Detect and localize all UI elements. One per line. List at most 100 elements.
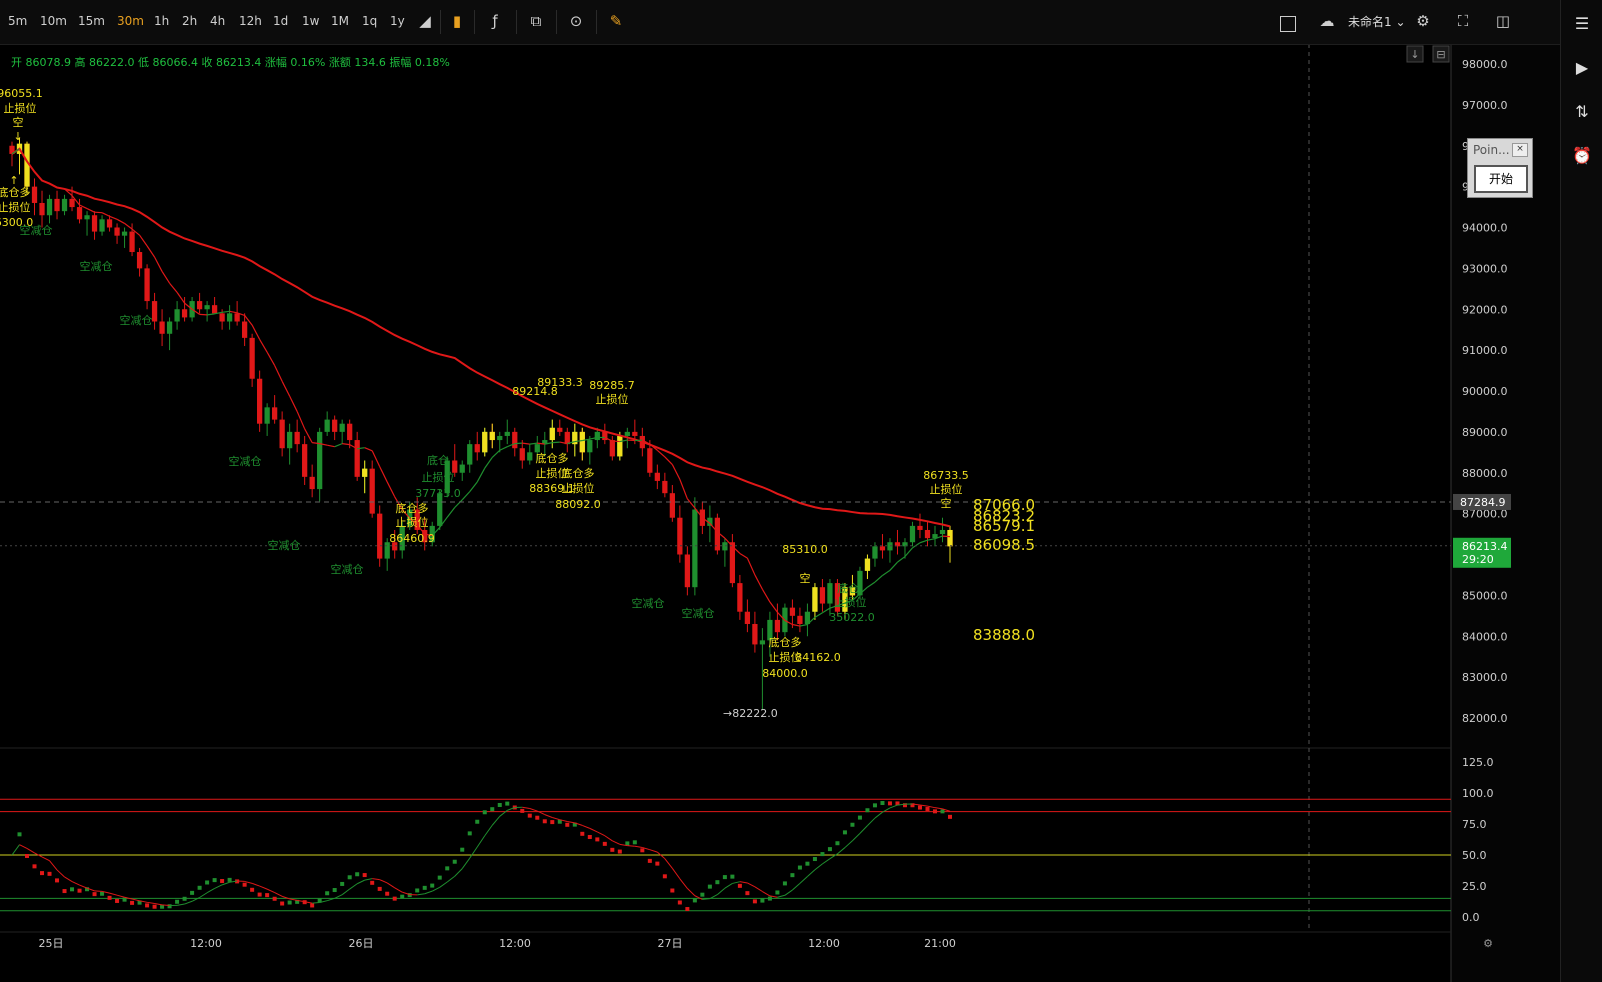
short-moving-average [364, 447, 373, 452]
layout-icon[interactable]: ⧉ [525, 10, 547, 32]
oscillator-signal-line [431, 886, 440, 892]
timeframe-5m[interactable]: 5m [8, 14, 27, 28]
candle-body [654, 472, 660, 481]
oscillator-signal-line [379, 879, 388, 884]
oscillator-signal-line [446, 875, 456, 883]
oscillator-mark [692, 898, 697, 903]
timeframe-4h[interactable]: 4h [210, 14, 225, 28]
price-tick-label: 92000.0 [1462, 303, 1508, 316]
oscillator-signal-line [274, 892, 283, 897]
oscillator-signal-line [469, 846, 478, 859]
oscillator-mark [212, 878, 217, 883]
level-label: 86579.1 [973, 517, 1035, 535]
candle-body [377, 513, 383, 559]
oscillator-mark [602, 841, 607, 846]
short-moving-average [289, 395, 298, 412]
drawing-tools-icon[interactable]: ✎ [605, 10, 627, 32]
short-moving-average [274, 365, 283, 382]
candle-body [737, 583, 743, 612]
candle-body [924, 529, 931, 539]
point-widget-close-button[interactable]: × [1512, 143, 1528, 157]
timeframe-1h[interactable]: 1h [154, 14, 169, 28]
candle-body [662, 480, 668, 494]
timeframe-30m[interactable]: 30m [117, 14, 144, 28]
oscillator-signal-line [739, 881, 748, 884]
time-tick-label: 27日 [658, 937, 683, 950]
timeframe-12h[interactable]: 12h [239, 14, 262, 28]
oscillator-signal-line [582, 824, 590, 829]
short-moving-average [942, 535, 951, 538]
signal-label: 空减仓 [682, 606, 715, 620]
candle-body [196, 301, 203, 310]
oscillator-mark [685, 907, 690, 912]
timeframe-2h[interactable]: 2h [182, 14, 197, 28]
bookmark-icon[interactable]: ▶ [1570, 56, 1594, 80]
timeframe-1d[interactable]: 1d [273, 14, 288, 28]
price-chart[interactable]: 98000.097000.096000.095000.094000.093000… [0, 0, 1602, 982]
oscillator-signal-line [784, 889, 793, 896]
settings-icon[interactable]: ⚙ [1412, 10, 1434, 32]
level-label: 83888.0 [973, 626, 1035, 644]
candle-body [474, 444, 480, 453]
indicators-icon[interactable]: ƒ [484, 10, 506, 32]
more-timeframes-icon[interactable]: ◢ [414, 10, 436, 32]
panel-toggle-icon[interactable]: ◫ [1492, 10, 1514, 32]
oscillator-signal-line [476, 835, 486, 848]
signal-label: 底仓 [837, 581, 859, 595]
signal-label: 89285.7 [589, 379, 635, 392]
oscillator-mark [617, 849, 622, 854]
candle-body [459, 464, 465, 473]
oscillator-mark [767, 896, 772, 901]
short-moving-average [522, 442, 530, 445]
start-button[interactable]: 开始 [1474, 165, 1528, 193]
oscillator-signal-line [649, 849, 658, 853]
candle-body [46, 198, 53, 216]
price-tick-label: 93000.0 [1462, 262, 1508, 275]
snapshot-icon[interactable]: ⊙ [565, 10, 587, 32]
candle-body [99, 219, 105, 232]
oscillator-mark [287, 900, 292, 905]
oscillator-signal-line [837, 847, 846, 855]
chart-name-dropdown[interactable]: 未命名1 ⌄ [1348, 13, 1406, 30]
oscillator-mark [145, 903, 150, 908]
oscillator-signal-line [874, 811, 883, 819]
timeframe-10m[interactable]: 10m [40, 14, 67, 28]
menu-icon[interactable]: ☰ [1570, 12, 1594, 36]
oscillator-signal-line [341, 888, 350, 896]
trade-icon[interactable]: ⇅ [1570, 100, 1594, 124]
timeframe-1y[interactable]: 1y [390, 14, 405, 28]
signal-label: 止损位 [596, 392, 629, 406]
oscillator-signal-line [807, 869, 816, 877]
expand-icon[interactable]: ⛶ [1452, 10, 1474, 32]
oscillator-signal-line [491, 815, 501, 826]
signal-label: 底仓 [427, 453, 449, 467]
oscillator-mark [535, 815, 540, 820]
fullscreen-square-icon[interactable] [1280, 16, 1296, 32]
timeframe-15m[interactable]: 15m [78, 14, 105, 28]
timeframe-1q[interactable]: 1q [362, 14, 377, 28]
candle-body [594, 431, 600, 441]
oscillator-mark [340, 881, 345, 886]
oscillator-mark [505, 801, 510, 806]
alarm-clock-icon[interactable]: ⏰ [1570, 144, 1594, 168]
signal-label: 止损位 [0, 200, 31, 214]
oscillator-mark [362, 873, 367, 878]
price-tick-label: 85000.0 [1462, 589, 1508, 602]
oscillator-tick-label: 100.0 [1462, 787, 1494, 800]
timeframe-1w[interactable]: 1w [302, 14, 319, 28]
point-widget: Poin... × 开始 [1467, 138, 1533, 198]
candle-body [557, 427, 563, 432]
candle-type-icon[interactable]: ▮ [446, 10, 468, 32]
short-moving-average [514, 442, 523, 445]
short-moving-average [889, 561, 898, 571]
oscillator-mark [100, 891, 105, 896]
oscillator-mark [677, 900, 682, 905]
scroll-down-icon: ↓ [1410, 48, 1419, 61]
cloud-icon[interactable]: ☁ [1316, 10, 1338, 32]
oscillator-signal-line [56, 869, 65, 878]
oscillator-signal-line [439, 881, 448, 888]
candle-body [151, 301, 158, 322]
timeframe-1M[interactable]: 1M [331, 14, 349, 28]
oscillator-signal-line [627, 845, 635, 847]
candle-body [129, 231, 135, 253]
